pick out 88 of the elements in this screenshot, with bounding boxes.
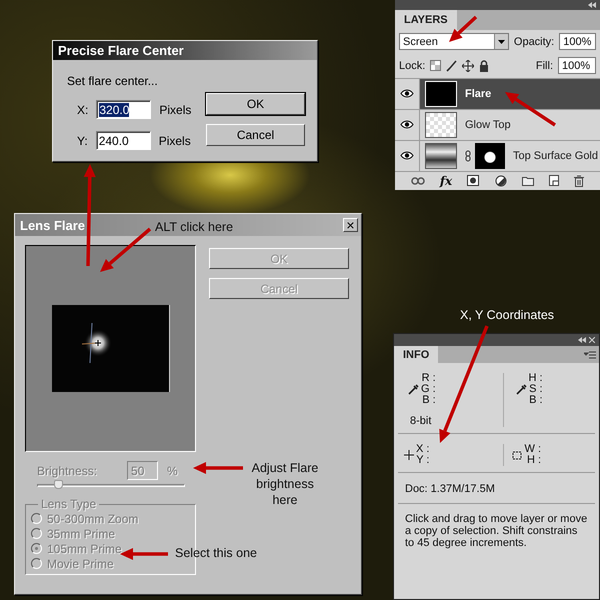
annotation-text: Adjust Flare brightness here: [250, 460, 320, 508]
layer-row[interactable]: Flare: [395, 78, 600, 109]
channel-label: B :: [529, 395, 543, 406]
mask-icon[interactable]: [467, 175, 480, 186]
layers-tab[interactable]: LAYERS: [395, 10, 457, 30]
radio-label: 35mm Prime: [47, 526, 116, 540]
field-label: X:: [77, 102, 88, 116]
crosshair-icon: [404, 450, 414, 460]
ok-button[interactable]: OK: [206, 93, 305, 115]
document-size: Doc: 1.37M/17.5M: [398, 473, 595, 504]
annotation-text: ALT click here: [155, 219, 234, 235]
eyedropper-icon: [516, 384, 526, 395]
opacity-field[interactable]: 100%: [559, 33, 596, 50]
fill-field[interactable]: 100%: [558, 57, 596, 74]
folder-icon[interactable]: [522, 176, 534, 186]
radio-button[interactable]: [31, 558, 42, 569]
bit-depth-label: 8-bit: [410, 415, 432, 427]
dialog-title: Precise Flare Center: [58, 43, 184, 58]
arrow: [100, 228, 152, 272]
link-icon[interactable]: [410, 176, 425, 185]
arrow: [193, 462, 243, 474]
unit-label: Pixels: [159, 102, 192, 116]
layer-thumbnail: [425, 142, 457, 169]
channel-label: R :: [422, 373, 436, 384]
chain-icon: [465, 150, 471, 162]
coordinate-field[interactable]: 240.0: [96, 131, 151, 150]
coordinate-label: Y :: [416, 455, 430, 466]
annotation-text: X, Y Coordinates: [460, 307, 554, 323]
prompt-text: Set flare center...: [67, 74, 159, 88]
arrow: [449, 16, 478, 42]
move-icon[interactable]: [462, 60, 474, 72]
channel-label: B :: [422, 395, 436, 406]
arrow: [120, 548, 168, 560]
new-layer-icon[interactable]: [549, 175, 560, 186]
size-label: W :: [524, 444, 541, 455]
half-circle-icon[interactable]: [494, 174, 507, 187]
radio-button[interactable]: [31, 543, 42, 554]
coordinate-field[interactable]: 320.0: [96, 100, 152, 119]
lock-icon[interactable]: [479, 60, 490, 72]
channel-label: H :: [528, 373, 543, 384]
preview-area[interactable]: [25, 245, 196, 452]
checker-icon[interactable]: [430, 60, 442, 72]
eye-icon[interactable]: [400, 151, 414, 160]
layer-thumbnail: [425, 80, 457, 107]
radio-button[interactable]: [31, 528, 42, 539]
layer-row[interactable]: Top Surface Gold: [395, 140, 600, 171]
layer-mask-thumbnail: [475, 142, 505, 169]
panel-menu-icon[interactable]: [584, 350, 596, 358]
caret-icon: [498, 40, 505, 44]
opacity-label: Opacity:: [514, 36, 554, 48]
unit-label: Pixels: [158, 134, 191, 148]
eye-icon[interactable]: [400, 120, 414, 130]
layer-style-button[interactable]: fx: [440, 174, 452, 188]
field-value: 320.0: [99, 102, 130, 116]
radio-button[interactable]: [31, 513, 42, 524]
channel-label: S :: [529, 384, 543, 395]
selection-icon: [512, 450, 522, 460]
blend-mode-dropdown[interactable]: Screen: [399, 33, 509, 50]
cancel-button[interactable]: Cancel: [206, 124, 305, 146]
layer-row[interactable]: Glow Top: [395, 108, 600, 140]
close-icon[interactable]: [589, 337, 595, 343]
brightness-label: Brightness:: [37, 464, 98, 478]
eye-icon[interactable]: [400, 89, 414, 98]
fill-label: Fill:: [536, 60, 553, 72]
layer-thumbnail: [425, 112, 457, 138]
radio-label: Movie Prime: [47, 556, 114, 570]
percent-label: %: [167, 464, 178, 478]
field-value: 240.0: [98, 134, 129, 148]
layer-name: Top Surface Gold: [513, 150, 598, 162]
channel-label: G :: [421, 384, 436, 395]
coordinate-label: X :: [416, 444, 430, 455]
layer-name: Flare: [465, 88, 492, 100]
info-tab[interactable]: INFO: [394, 346, 438, 363]
brush-icon[interactable]: [446, 60, 458, 72]
tool-hint: Click and drag to move layer or move a copy of selection. Shift constrains to 45 degree increments.: [404, 512, 588, 551]
trash-icon[interactable]: [574, 174, 584, 187]
lock-label: Lock:: [399, 60, 426, 72]
eyedropper-icon: [408, 384, 419, 395]
group-label: Lens Type: [41, 497, 96, 511]
radio-label: 50-300mm Zoom: [47, 512, 138, 526]
close-button[interactable]: ×: [343, 218, 358, 232]
size-label: H :: [526, 455, 541, 466]
annotation-text: Select this one: [175, 545, 257, 561]
field-label: Y:: [77, 134, 88, 148]
radio-label: 105mm Prime: [47, 542, 122, 556]
layer-name: Glow Top: [465, 118, 511, 131]
dialog-title: Lens Flare: [20, 218, 86, 232]
collapse-icon[interactable]: [578, 337, 586, 343]
